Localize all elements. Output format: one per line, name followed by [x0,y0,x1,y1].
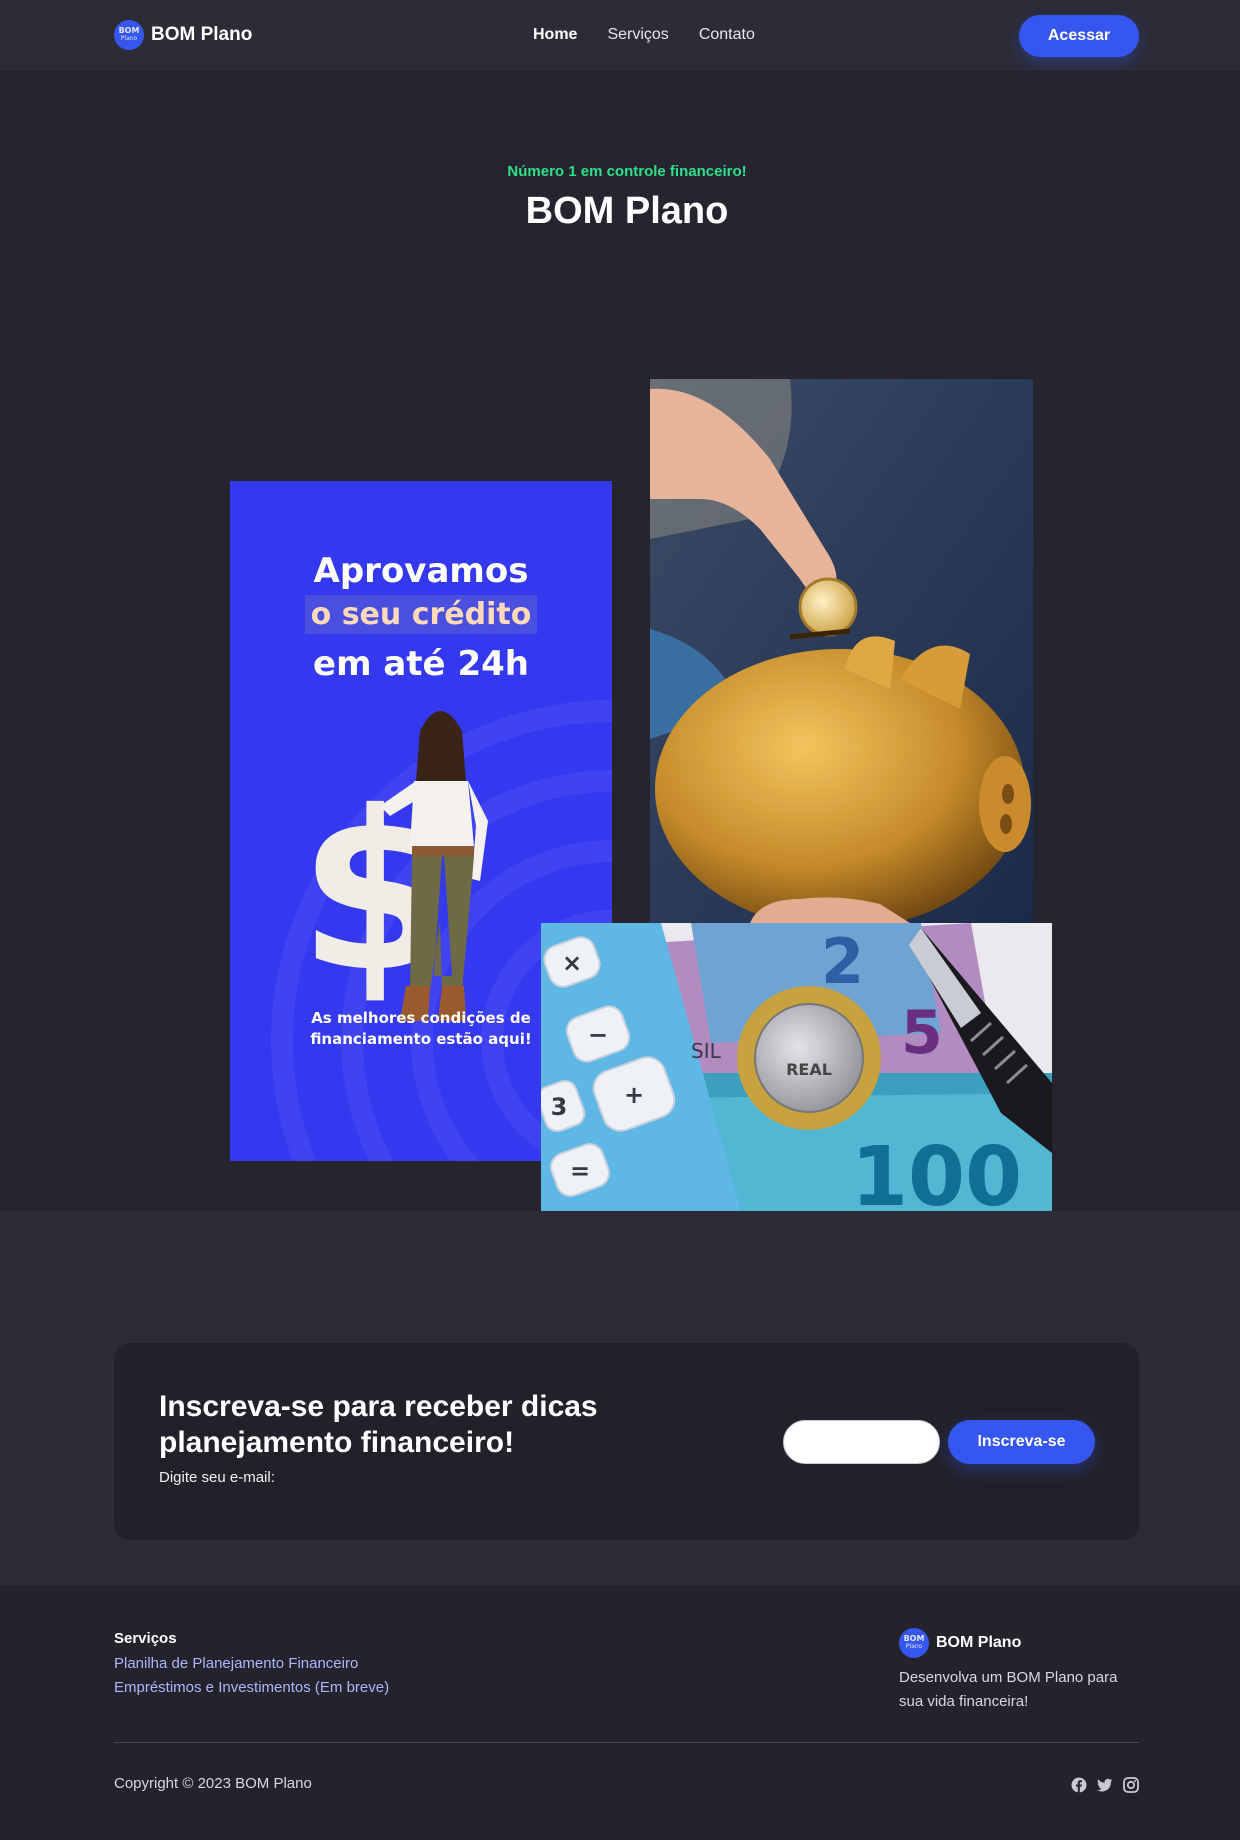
footer-logo-badge-line2: Plano [905,1643,923,1650]
footer-logo-badge: BOM Plano [899,1628,929,1658]
nav-link-servicos[interactable]: Serviços [607,26,668,44]
note-value-2: 2 [821,925,864,998]
header-logo[interactable]: BOM Plano BOM Plano [114,20,252,50]
copyright-text: Copyright © 2023 BOM Plano [114,1775,312,1792]
calc-key-times: × [562,949,582,977]
hero-title: BOM Plano [525,190,729,232]
newsletter-email-input[interactable] [783,1420,940,1464]
social-links [1071,1777,1139,1793]
banknote-text: SIL [691,1039,722,1063]
logo-badge: BOM Plano [114,20,144,50]
calc-key-equals: = [570,1157,590,1185]
site-footer: Serviços Planilha de Planejamento Financ… [0,1585,1240,1840]
main-nav: Home Serviços Contato [533,26,755,44]
footer-description: Desenvolva um BOM Plano para sua vida fi… [899,1669,1118,1710]
newsletter-title: Inscreva-se para receber dicas planejame… [159,1390,598,1459]
access-button[interactable]: Acessar [1019,15,1139,57]
nav-link-contato[interactable]: Contato [699,26,755,44]
coin-text: REAL [786,1060,832,1079]
footer-services-heading: Serviços [114,1630,177,1647]
facebook-icon[interactable] [1071,1777,1087,1793]
promo-line-1: Aprovamos [313,551,529,591]
nav-link-home[interactable]: Home [533,26,577,44]
instagram-icon[interactable] [1123,1777,1139,1793]
calc-key-minus: − [588,1021,608,1049]
footer-link-planilha[interactable]: Planilha de Planejamento Financeiro [114,1655,358,1672]
calc-key-plus: + [624,1081,644,1109]
piggy-bank-illustration [650,379,1033,923]
newsletter-email-label: Digite seu e-mail: [159,1469,275,1486]
logo-badge-line2: Plano [120,35,138,42]
subscribe-button[interactable]: Inscreva-se [948,1420,1095,1464]
money-calculator-image: × − + 3 = 2 5 100 SIL REAL [541,923,1052,1211]
footer-logo-badge-line1: BOM [903,1634,925,1643]
piggy-bank-image [650,379,1033,923]
note-value-5: 5 [901,998,943,1068]
footer-logo[interactable]: BOM Plano BOM Plano [899,1628,1021,1658]
calc-key-three: 3 [551,1093,568,1121]
footer-divider [114,1742,1139,1743]
site-header: BOM Plano BOM Plano Home Serviços Contat… [0,0,1240,72]
logo-badge-line1: BOM [118,26,140,35]
hero-tagline: Número 1 em controle financeiro! [507,163,747,180]
money-illustration: × − + 3 = 2 5 100 SIL REAL [541,923,1052,1211]
newsletter-card: Inscreva-se para receber dicas planejame… [114,1343,1139,1540]
note-value-100: 100 [851,1130,1022,1211]
promo-line-3: em até 24h [313,644,529,684]
twitter-icon[interactable] [1097,1777,1113,1793]
promo-line-2-highlight: o seu crédito [304,595,538,634]
promo-line-2: o seu crédito [230,595,612,634]
footer-link-emprestimos[interactable]: Empréstimos e Investimentos (Em breve) [114,1679,389,1696]
footer-logo-text: BOM Plano [936,1634,1022,1651]
logo-text: BOM Plano [151,24,253,45]
